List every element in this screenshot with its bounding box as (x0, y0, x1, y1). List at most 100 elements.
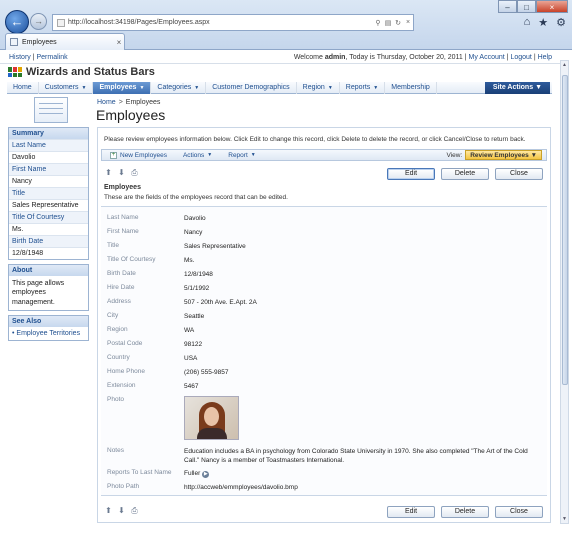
about-text: This page allows employees management. (12, 280, 65, 306)
brand: Wizards and Status Bars (8, 66, 155, 78)
menu-reports[interactable]: Reports ▼ (340, 81, 386, 94)
field-row: Title Of Courtesy Ms. (107, 256, 195, 264)
see-also-title: See Also (9, 316, 88, 328)
history-link[interactable]: History (9, 54, 31, 61)
tab-title: Employees (22, 38, 57, 46)
summary-panel: Summary Last Name Davolio First Name Nan… (8, 127, 89, 260)
permalink-link[interactable]: Permalink (37, 54, 68, 61)
close-icon[interactable]: × (536, 0, 568, 13)
edit-button[interactable]: Edit (387, 506, 435, 518)
print-icon[interactable]: ⎙ (130, 168, 139, 178)
chevron-down-icon: ▼ (373, 84, 379, 91)
compat-icon[interactable]: ▤ (383, 19, 393, 27)
lookup-arrow-icon[interactable]: ▶ (202, 471, 210, 478)
close-button[interactable]: Close (495, 506, 543, 518)
record-nav-bottom: ⬆ ⬇ ⎙ (104, 506, 139, 516)
menu-customer-demographics[interactable]: Customer Demographics (206, 81, 297, 94)
sidebar: Summary Last Name Davolio First Name Nan… (8, 127, 89, 345)
scroll-up-icon[interactable]: ▲ (561, 62, 568, 68)
breadcrumb-separator: > (118, 99, 123, 106)
field-row: Birth Date 12/8/1948 (107, 270, 213, 278)
chevron-down-icon: ▼ (81, 84, 87, 91)
chevron-down-icon: ▼ (530, 152, 537, 159)
main-content: Please review employees information belo… (97, 127, 551, 523)
menu-membership[interactable]: Membership (385, 81, 437, 94)
print-icon[interactable]: ⎙ (130, 506, 139, 516)
record-nav-top: ⬆ ⬇ ⎙ (104, 168, 139, 178)
field-row: Photo Path http://accweb/emmployees/davol… (107, 483, 298, 491)
actions-menu[interactable]: Actions ▼ (175, 152, 220, 159)
employee-photo (184, 396, 239, 440)
action-bar: + New Employees Actions ▼ Report ▼ View: Re… (101, 149, 547, 161)
menu-customers[interactable]: Customers ▼ (39, 81, 94, 94)
address-bar[interactable]: http://localhost:34198/Pages/Employees.a… (52, 14, 414, 31)
page-title: Employees (96, 107, 166, 123)
chevron-down-icon: ▼ (327, 84, 333, 91)
field-row: First Name Nancy (107, 228, 203, 236)
field-row: Region WA (107, 326, 195, 334)
stop-icon[interactable]: × (403, 19, 413, 26)
field-row: Postal Code 98122 (107, 340, 203, 348)
edit-button[interactable]: Edit (387, 168, 435, 180)
star-icon[interactable]: ★ (538, 16, 548, 29)
window-controls: – □ × (498, 0, 568, 13)
browser-tab[interactable]: Employees × (5, 33, 125, 50)
browser-chrome: ← → http://localhost:34198/Pages/Employe… (0, 0, 572, 50)
button-row-bottom: Edit Delete Close (387, 506, 543, 518)
chevron-down-icon: ▼ (535, 84, 542, 91)
gear-icon[interactable]: ⚙ (556, 16, 566, 29)
summary-value: Sales Representative (9, 199, 88, 211)
chevron-down-icon: ▼ (250, 152, 256, 158)
record-form: Last Name Davolio First Name Nancy Title Sa… (101, 206, 547, 496)
arrow-up-icon[interactable]: ⬆ (104, 168, 113, 178)
address-url[interactable]: http://localhost:34198/Pages/Employees.a… (68, 19, 373, 26)
maximize-icon[interactable]: □ (517, 0, 536, 13)
field-row: Extension 5467 (107, 382, 199, 390)
breadcrumb-home[interactable]: Home (97, 99, 116, 106)
close-button[interactable]: Close (495, 168, 543, 180)
my-account-link[interactable]: My Account (469, 54, 505, 61)
top-links: History | Permalink Welcome admin, Today… (0, 51, 561, 64)
delete-button[interactable]: Delete (441, 506, 489, 518)
new-employees-button[interactable]: + New Employees (102, 151, 175, 159)
menu-categories[interactable]: Categories ▼ (151, 81, 207, 94)
page-icon (57, 18, 65, 27)
arrow-up-icon[interactable]: ⬆ (104, 506, 113, 516)
arrow-down-icon[interactable]: ⬇ (117, 168, 126, 178)
forward-arrow-icon[interactable]: → (30, 13, 47, 30)
menu-region[interactable]: Region ▼ (297, 81, 340, 94)
main-menu: Home Customers ▼ Employees ▼ Categories ▼ C… (7, 81, 552, 94)
vertical-scrollbar[interactable]: ▲ ▼ (560, 60, 569, 524)
tab-close-icon[interactable]: × (114, 38, 124, 47)
report-menu[interactable]: Report ▼ (220, 152, 263, 159)
delete-button[interactable]: Delete (441, 168, 489, 180)
about-title: About (9, 265, 88, 276)
view-dropdown[interactable]: Review Employees ▼ (465, 150, 542, 160)
back-arrow-icon[interactable]: ← (5, 10, 29, 34)
help-link[interactable]: Help (538, 54, 552, 61)
menu-home[interactable]: Home (7, 81, 39, 94)
arrow-down-icon[interactable]: ⬇ (117, 506, 126, 516)
field-row: Title Sales Representative (107, 242, 246, 250)
browser-toolbar-icons: ⌂ ★ ⚙ (524, 16, 566, 29)
summary-label: First Name (9, 163, 88, 175)
scroll-down-icon[interactable]: ▼ (561, 516, 568, 522)
refresh-icon[interactable]: ↻ (393, 19, 403, 27)
today-text: , Today is Thursday, October 20, 2011 (345, 53, 463, 61)
search-icon[interactable]: ⚲ (373, 19, 383, 27)
view-selector: View: Review Employees ▼ (446, 150, 546, 160)
logout-link[interactable]: Logout (510, 54, 531, 61)
summary-value: Ms. (9, 223, 88, 235)
employee-territories-link[interactable]: Employee Territories (9, 327, 88, 340)
add-icon: + (110, 151, 117, 159)
minimize-icon[interactable]: – (498, 0, 517, 13)
welcome-user: admin (324, 53, 346, 61)
form-subheading: These are the fields of the employees re… (104, 194, 288, 201)
site-actions-button[interactable]: Site Actions ▼ (484, 82, 550, 94)
menu-employees[interactable]: Employees ▼ (93, 81, 152, 94)
scroll-thumb[interactable] (562, 75, 568, 385)
summary-label: Title Of Courtesy (9, 211, 88, 223)
home-icon[interactable]: ⌂ (524, 16, 531, 29)
breadcrumb-current: Employees (125, 99, 161, 106)
chevron-down-icon: ▼ (194, 84, 200, 91)
